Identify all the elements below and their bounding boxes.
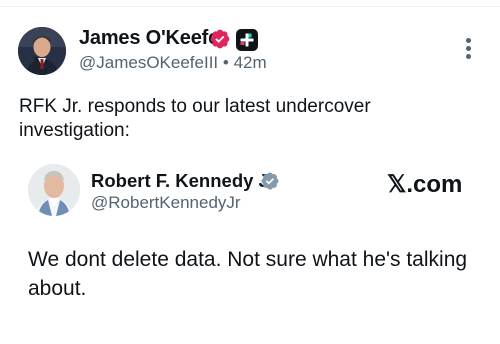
author-meta: @JamesOKeefeIII • 42m bbox=[79, 53, 267, 73]
quoted-author-avatar[interactable] bbox=[28, 164, 80, 216]
quoted-author-handle[interactable]: @RobertKennedyJr bbox=[91, 193, 241, 213]
quoted-author-name[interactable]: Robert F. Kennedy Jr bbox=[91, 170, 276, 192]
tweet-text: RFK Jr. responds to our latest undercove… bbox=[19, 96, 371, 141]
author-handle[interactable]: @JamesOKeefeIII bbox=[79, 53, 218, 72]
more-dot-icon bbox=[465, 46, 471, 51]
more-dot-icon bbox=[465, 38, 471, 43]
plus-icon bbox=[240, 33, 254, 47]
quoted-avatar-image bbox=[28, 164, 80, 216]
verified-badge-icon bbox=[210, 29, 230, 49]
author-name[interactable]: James O'Keefe bbox=[79, 27, 219, 50]
author-avatar-image bbox=[18, 27, 66, 75]
quoted-verified-badge-icon bbox=[261, 172, 279, 190]
quoted-tweet-text: We dont delete data. Not sure what he's … bbox=[28, 248, 468, 300]
x-logo-source-label: 𝕏.com bbox=[387, 171, 463, 198]
tweet-timestamp[interactable]: 42m bbox=[234, 53, 267, 72]
meta-separator: • bbox=[222, 53, 229, 72]
more-dot-icon bbox=[465, 54, 471, 59]
more-options-button[interactable] bbox=[458, 38, 478, 66]
author-avatar[interactable] bbox=[18, 27, 66, 75]
affiliation-badge-icon[interactable] bbox=[236, 29, 258, 51]
tweet[interactable]: James O'Keefe @JamesOKeefeIII • 42m RFK … bbox=[0, 0, 500, 344]
